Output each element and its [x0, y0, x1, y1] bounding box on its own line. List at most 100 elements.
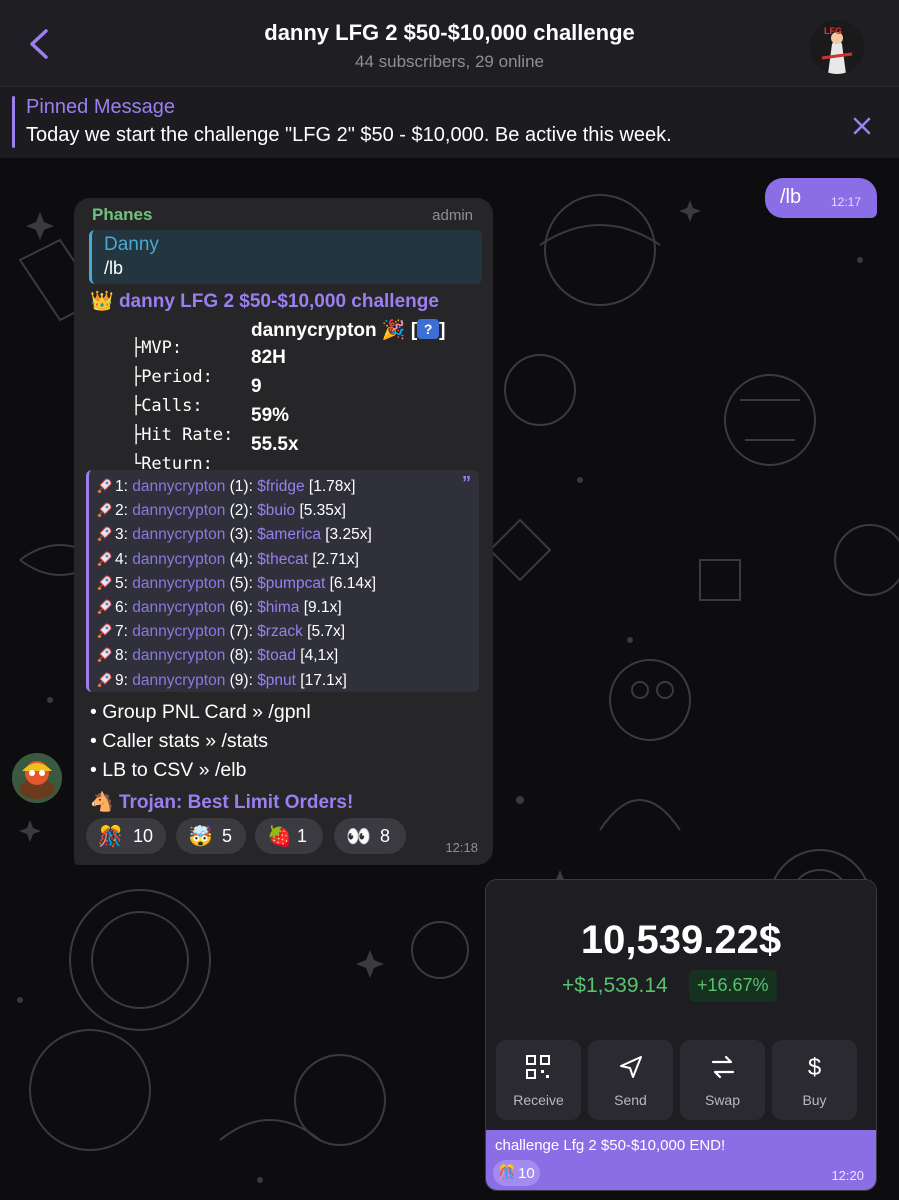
row-token[interactable]: $pumpcat [257, 575, 325, 592]
row-caller[interactable]: dannycrypton [132, 672, 225, 689]
row-rank: 2: [115, 502, 128, 520]
row-count: (4): [229, 550, 253, 568]
send-label: Send [614, 1092, 647, 1108]
row-multiplier: [3.25x] [325, 526, 372, 544]
receive-button[interactable]: Receive [496, 1040, 581, 1120]
rocket-icon [97, 599, 112, 614]
row-count: (1): [229, 478, 253, 495]
row-token[interactable]: $america [257, 526, 321, 543]
row-caller[interactable]: dannycrypton [132, 526, 225, 543]
send-button[interactable]: Send [588, 1040, 673, 1120]
reaction-count: 5 [222, 826, 233, 846]
outgoing-message[interactable]: /lb 12:17 [765, 178, 877, 218]
row-multiplier: [2.71x] [312, 550, 359, 568]
row-caller[interactable]: dannycrypton [132, 599, 225, 616]
reaction-count: 8 [380, 826, 391, 846]
row-multiplier: [1.78x] [308, 478, 356, 495]
row-caller[interactable]: dannycrypton [132, 575, 225, 592]
reaction-strawberry[interactable]: 🍓 1 [255, 818, 323, 854]
leaderboard-row: 2: dannycrypton (2): $buio [5.35x] [97, 501, 346, 520]
row-multiplier: [17.1x] [300, 671, 347, 689]
horse-icon: 🐴 [90, 792, 114, 813]
telegram-link-icon[interactable]: ? [417, 319, 440, 339]
channel-avatar[interactable]: LFG [810, 20, 864, 74]
trojan-link[interactable]: 🐴 Trojan: Best Limit Orders! [90, 790, 353, 814]
reaction-count: 1 [297, 826, 308, 846]
reaction-eyes[interactable]: 👀 8 [334, 818, 406, 854]
message-time: 12:20 [831, 1168, 864, 1183]
row-rank: 3: [115, 526, 128, 544]
row-token[interactable]: $hima [257, 599, 299, 616]
row-caller[interactable]: dannycrypton [132, 551, 225, 568]
receive-label: Receive [513, 1092, 564, 1108]
row-caller[interactable]: dannycrypton [132, 502, 225, 519]
row-multiplier: [5.35x] [299, 502, 346, 520]
reaction-confetti[interactable]: 🎊 10 [86, 818, 166, 854]
caption-text: challenge Lfg 2 $50-$10,000 END! [495, 1137, 726, 1154]
rocket-icon [97, 526, 112, 542]
chat-header: danny LFG 2 $50-$10,000 challenge 44 sub… [0, 0, 899, 86]
rocket-icon [97, 575, 112, 590]
reply-author: Danny [104, 234, 159, 255]
stat-value-suffix: ] [439, 320, 446, 341]
confetti-icon: 🎊 [498, 1164, 516, 1180]
pinned-accent-bar [12, 96, 15, 148]
dollar-icon: $ [807, 1054, 822, 1081]
row-rank: 9: [115, 671, 128, 689]
wallet-screenshot[interactable]: 10,539.22$ +$1,539.14 +16.67% Receive Se… [486, 880, 876, 1130]
reply-text: /lb [104, 258, 124, 278]
reply-preview[interactable]: Danny /lb [89, 230, 482, 284]
pinned-message-bar[interactable]: Pinned Message Today we start the challe… [0, 86, 899, 158]
row-rank: 1: [115, 478, 128, 495]
channel-avatar-label: LFG [824, 26, 842, 36]
send-icon [620, 1056, 642, 1078]
command-elb[interactable]: • LB to CSV » /elb [90, 759, 246, 782]
leaderboard-title-text: danny LFG 2 $50-$10,000 challenge [118, 291, 439, 312]
rocket-icon [97, 478, 112, 493]
close-pinned-icon[interactable] [852, 116, 872, 136]
row-token[interactable]: $rzack [257, 623, 303, 640]
confetti-icon: 🎊 [98, 826, 123, 848]
quote-mark-icon: ” [462, 473, 471, 493]
swap-label: Swap [704, 1092, 741, 1108]
chat-title[interactable]: danny LFG 2 $50-$10,000 challenge [0, 20, 899, 46]
wallet-balance: 10,539.22$ [580, 918, 782, 962]
leaderboard-quote: ” 1: dannycrypton (1): $fridge [1.78x] 2:… [86, 470, 479, 692]
channel-avatar-image: LFG [810, 20, 864, 74]
reaction-confetti[interactable]: 🎊 10 [493, 1160, 540, 1186]
stat-value: 55.5x [251, 434, 299, 455]
row-token[interactable]: $fridge [257, 478, 304, 495]
leaderboard-title[interactable]: 👑 danny LFG 2 $50-$10,000 challenge [90, 289, 439, 313]
command-gpnl[interactable]: • Group PNL Card » /gpnl [90, 701, 311, 724]
buy-button[interactable]: $ Buy [772, 1040, 857, 1120]
strawberry-icon: 🍓 [267, 826, 292, 848]
rocket-icon [97, 623, 112, 639]
command-stats[interactable]: • Caller stats » /stats [90, 730, 268, 753]
row-rank: 7: [115, 623, 128, 641]
sender-name[interactable]: Phanes [92, 205, 152, 225]
row-token[interactable]: $pnut [257, 672, 296, 689]
bot-avatar[interactable] [12, 753, 62, 803]
message-time: 12:18 [445, 840, 478, 855]
row-rank: 6: [115, 599, 128, 616]
stat-value: 59% [251, 405, 290, 426]
leaderboard-row: 9: dannycrypton (9): $pnut [17.1x] [97, 671, 347, 690]
row-count: (8): [229, 647, 253, 665]
wallet-image-message[interactable]: 10,539.22$ +$1,539.14 +16.67% Receive Se… [485, 879, 877, 1191]
leaderboard-message[interactable]: Phanes admin Danny /lb 👑 danny LFG 2 $50… [74, 198, 493, 865]
row-count: (6): [229, 599, 253, 616]
row-caller[interactable]: dannycrypton [132, 647, 225, 664]
swap-button[interactable]: Swap [680, 1040, 765, 1120]
row-token[interactable]: $toad [257, 647, 296, 664]
row-caller[interactable]: dannycrypton [132, 478, 225, 495]
row-token[interactable]: $buio [257, 502, 295, 519]
reaction-mind-blown[interactable]: 🤯 5 [176, 818, 246, 854]
row-caller[interactable]: dannycrypton [132, 623, 225, 640]
leaderboard-row: 5: dannycrypton (5): $pumpcat [6.14x] [97, 574, 376, 593]
row-token[interactable]: $thecat [257, 551, 308, 568]
row-count: (2): [229, 502, 253, 520]
crown-icon: 👑 [90, 291, 114, 312]
bot-avatar-image [12, 753, 62, 803]
stat-value[interactable]: dannycrypton 🎉 [ [251, 320, 417, 341]
row-count: (5): [229, 574, 253, 592]
